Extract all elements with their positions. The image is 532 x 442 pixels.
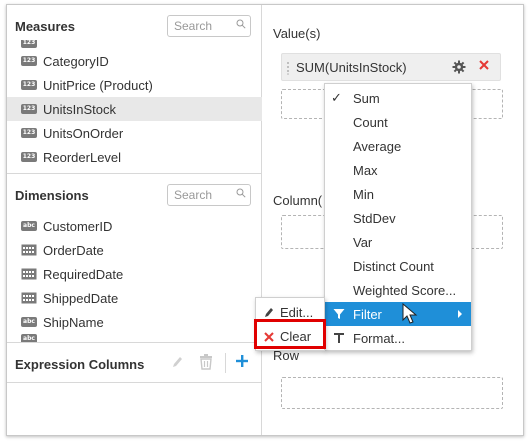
menu-item-var[interactable]: Var bbox=[325, 230, 471, 254]
menu-item-format[interactable]: Format... bbox=[325, 326, 471, 350]
value-pill-label: SUM(UnitsInStock) bbox=[296, 59, 407, 75]
measure-item-label: UnitsInStock bbox=[43, 101, 116, 117]
dimension-item-orderdate[interactable]: OrderDate bbox=[7, 238, 262, 262]
close-icon[interactable] bbox=[478, 59, 490, 74]
menu-item-weighted-score[interactable]: Weighted Score... bbox=[325, 278, 471, 302]
measure-item-label: UnitPrice (Product) bbox=[43, 77, 153, 93]
menu-item-label: Weighted Score... bbox=[353, 282, 457, 298]
submenu-arrow-icon bbox=[458, 310, 462, 318]
edit-expression-icon[interactable] bbox=[171, 355, 183, 372]
pencil-icon bbox=[265, 308, 273, 317]
format-icon bbox=[334, 333, 344, 343]
measure-item-label: UnitsOnOrder bbox=[43, 125, 124, 141]
list-item-partial[interactable]: abc bbox=[7, 334, 262, 342]
menu-item-count[interactable]: Count bbox=[325, 110, 471, 134]
section-divider bbox=[7, 173, 262, 174]
value-pill[interactable]: SUM(UnitsInStock) bbox=[281, 53, 501, 81]
highlight-box bbox=[254, 319, 326, 349]
search-icon bbox=[236, 19, 246, 29]
filter-icon bbox=[333, 309, 345, 319]
dimension-item-requireddate[interactable]: RequiredDate bbox=[7, 262, 262, 286]
values-label: Value(s) bbox=[273, 26, 321, 41]
mouse-cursor-icon bbox=[402, 303, 418, 324]
dimension-item-label: ShipName bbox=[43, 314, 104, 330]
list-item-partial[interactable]: 123 bbox=[7, 40, 262, 48]
search-icon bbox=[236, 188, 246, 198]
expression-columns-header: Expression Columns bbox=[7, 346, 262, 382]
menu-item-label: Count bbox=[353, 114, 388, 130]
measure-item-reorderlevel[interactable]: 123 ReorderLevel bbox=[7, 145, 262, 169]
add-expression-icon[interactable] bbox=[235, 354, 249, 371]
aggregate-menu: ✓ Sum Count Average Max Min StdDev Var D… bbox=[324, 83, 472, 351]
menu-item-distinct-count[interactable]: Distinct Count bbox=[325, 254, 471, 278]
abc-badge-icon: abc bbox=[21, 221, 37, 231]
menu-item-min[interactable]: Min bbox=[325, 182, 471, 206]
measure-item-categoryid[interactable]: 123 CategoryID bbox=[7, 49, 262, 73]
measure-item-unitprice[interactable]: 123 UnitPrice (Product) bbox=[7, 73, 262, 97]
dimension-item-label: RequiredDate bbox=[43, 266, 124, 282]
menu-item-average[interactable]: Average bbox=[325, 134, 471, 158]
measures-search-placeholder: Search bbox=[174, 19, 213, 33]
numeric-badge-icon: 123 bbox=[21, 104, 37, 114]
dimensions-title: Dimensions bbox=[15, 187, 89, 203]
menu-item-label: StdDev bbox=[353, 210, 396, 226]
abc-badge-icon: abc bbox=[21, 317, 37, 327]
dimensions-search-input[interactable]: Search bbox=[167, 184, 251, 206]
section-divider bbox=[7, 342, 262, 343]
column-label: Column( bbox=[273, 193, 323, 208]
gear-icon[interactable] bbox=[452, 60, 466, 77]
section-divider bbox=[7, 382, 262, 383]
menu-item-label: Min bbox=[353, 186, 374, 202]
menu-item-label: Distinct Count bbox=[353, 258, 434, 274]
menu-item-stddev[interactable]: StdDev bbox=[325, 206, 471, 230]
drag-handle-icon[interactable] bbox=[286, 61, 290, 75]
menu-item-sum[interactable]: ✓ Sum bbox=[325, 86, 471, 110]
menu-item-filter[interactable]: Filter bbox=[325, 302, 471, 326]
dimension-item-label: OrderDate bbox=[43, 242, 104, 258]
dimension-item-shipname[interactable]: abc ShipName bbox=[7, 310, 262, 334]
menu-item-max[interactable]: Max bbox=[325, 158, 471, 182]
numeric-badge-icon: 123 bbox=[21, 152, 37, 162]
row-drop-zone[interactable] bbox=[281, 377, 503, 409]
dimension-item-customerid[interactable]: abc CustomerID bbox=[7, 214, 262, 238]
measure-item-label: ReorderLevel bbox=[43, 149, 122, 165]
numeric-badge-icon: 123 bbox=[21, 128, 37, 138]
checkmark-icon: ✓ bbox=[331, 90, 342, 105]
calendar-icon bbox=[21, 292, 37, 304]
pivot-settings-panel: Measures Search 123 123 CategoryID 123 U… bbox=[6, 4, 524, 436]
menu-item-label: Max bbox=[353, 162, 378, 178]
calendar-icon bbox=[21, 244, 37, 256]
toolbar-divider bbox=[225, 353, 226, 373]
numeric-badge-icon: 123 bbox=[21, 80, 37, 90]
measure-item-unitsinstock[interactable]: 123 UnitsInStock bbox=[7, 97, 262, 121]
dimension-item-label: CustomerID bbox=[43, 218, 113, 234]
menu-item-label: Average bbox=[353, 138, 402, 154]
measures-search-input[interactable]: Search bbox=[167, 15, 251, 37]
numeric-badge-icon: 123 bbox=[21, 40, 37, 48]
abc-badge-icon: abc bbox=[21, 334, 37, 342]
fields-panel: Measures Search 123 123 CategoryID 123 U… bbox=[7, 5, 262, 435]
measure-item-unitsonorder[interactable]: 123 UnitsOnOrder bbox=[7, 121, 262, 145]
measures-title: Measures bbox=[15, 18, 75, 34]
menu-item-label: Var bbox=[353, 234, 373, 250]
dimensions-search-placeholder: Search bbox=[174, 188, 213, 202]
calendar-icon bbox=[21, 268, 37, 280]
measure-item-label: CategoryID bbox=[43, 53, 109, 69]
dimension-item-label: ShippedDate bbox=[43, 290, 119, 306]
numeric-badge-icon: 123 bbox=[21, 56, 37, 66]
delete-expression-icon[interactable] bbox=[199, 354, 213, 373]
dimension-item-shippeddate[interactable]: ShippedDate bbox=[7, 286, 262, 310]
expression-columns-title: Expression Columns bbox=[15, 356, 145, 372]
